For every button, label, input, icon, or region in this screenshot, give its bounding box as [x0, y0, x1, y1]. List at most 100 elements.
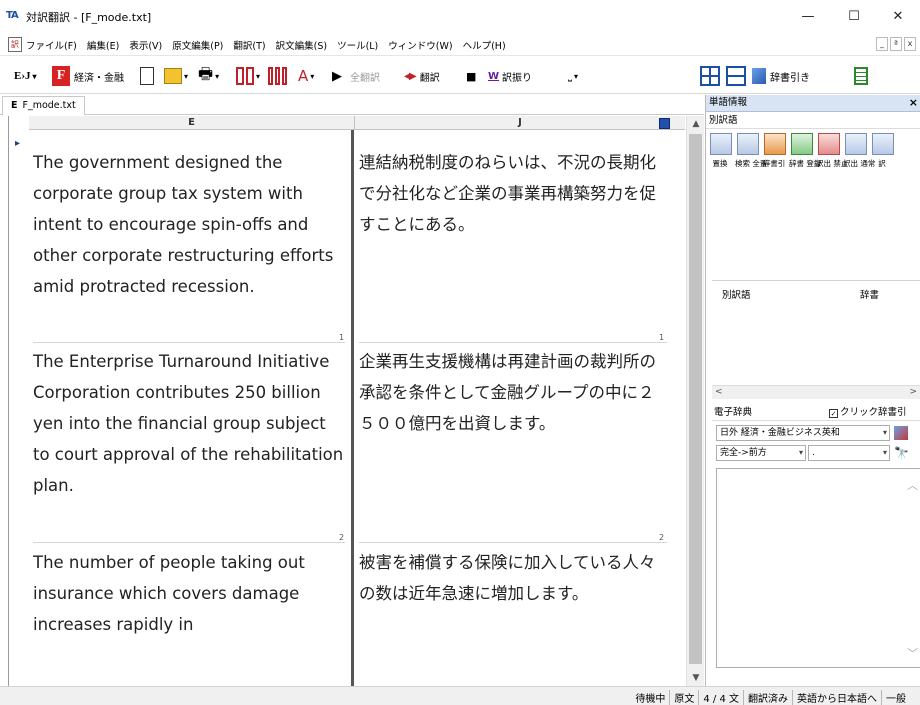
dictionary-results[interactable]: ︿ ﹀ [716, 468, 920, 668]
current-sentence-marker-icon: ▸ [15, 138, 21, 149]
dictionary-icon [752, 68, 766, 84]
tool-label: 訳出 通常 [843, 159, 876, 168]
printer-icon: 🖶 [198, 63, 214, 83]
normal-output-icon[interactable] [845, 133, 867, 155]
alternative-words-list[interactable]: 別訳語 辞書 [712, 280, 920, 388]
target-sentence[interactable]: 被害を補償する保険に加入している人々の数は近年急速に増加します。 [359, 547, 665, 609]
menu-edit[interactable]: 編集(E) [87, 38, 119, 52]
two-column-icon-part [246, 67, 254, 85]
menu-tools[interactable]: ツール(L) [337, 38, 378, 52]
tool-label: 置換 [712, 159, 728, 168]
stop-button[interactable]: ■ [466, 64, 476, 88]
scroll-up-icon[interactable]: ▲ [687, 116, 705, 132]
direction-button[interactable]: E›J ▾ [14, 64, 37, 88]
mdi-close-button[interactable]: x [904, 37, 916, 51]
scroll-up-icon[interactable]: ︿ [907, 477, 918, 493]
source-sentence[interactable]: The Enterprise Turnaround Initiative Cor… [33, 346, 347, 501]
target-sentence[interactable]: 連結納税制度のねらいは、不況の長期化で分社化など企業の事業再構築努力を促すことに… [359, 147, 665, 240]
tab-alternative-words[interactable]: 別訳語 [706, 113, 920, 129]
column-header-japanese[interactable]: J [355, 116, 685, 130]
tab-f-mode[interactable]: E F_mode.txt [2, 96, 85, 115]
column-alternative-word[interactable]: 別訳語 [722, 287, 751, 301]
translate-button[interactable]: ◂▶ 翻訳 [404, 64, 440, 88]
title-bar: TA 対訳翻訳 - [F_mode.txt] — ☐ ✕ [0, 0, 920, 34]
menu-view[interactable]: 表示(V) [129, 38, 162, 52]
target-sentence[interactable]: 企業再生支援機構は再建計画の裁判所の承認を条件として金融グループの中に２５００億… [359, 346, 665, 439]
notes-button[interactable] [854, 64, 868, 88]
menu-window[interactable]: ウィンドウ(W) [388, 38, 452, 52]
menu-translate[interactable]: 翻訳(T) [233, 38, 265, 52]
word-assign-button[interactable]: W 訳振り [488, 64, 532, 88]
column-dictionary[interactable]: 辞書 [860, 287, 879, 301]
translate-all-button[interactable]: ▶ 全翻訳 [332, 64, 380, 88]
column-header-english[interactable]: E [29, 116, 355, 130]
space-button[interactable]: ⎵ ▾ [568, 64, 578, 88]
editor-vertical-scrollbar[interactable]: ▲ ▼ [686, 116, 704, 686]
word-tool-labels: 置換 検索 全置 辞書引 辞書 登録 訳出 禁止 訳出 通常 訳 [708, 159, 894, 168]
segment-separator [359, 342, 667, 343]
maximize-button[interactable]: ☐ [834, 6, 874, 30]
split-view-button[interactable] [726, 64, 746, 88]
click-lookup-checkbox[interactable]: ✓ クリック辞書引 [829, 405, 907, 421]
open-button[interactable]: ▾ [164, 64, 188, 88]
source-sentence[interactable]: The government designed the corporate gr… [33, 147, 347, 302]
two-column-icon [236, 67, 244, 85]
dictionary-search-input[interactable]: . ▾ [808, 445, 890, 461]
scroll-thumb[interactable] [689, 134, 702, 664]
print-button[interactable]: 🖶 ▾ [198, 64, 219, 88]
tab-letter: E [11, 100, 18, 111]
close-button[interactable]: ✕ [878, 6, 918, 30]
mdi-minimize-button[interactable]: _ [876, 37, 888, 51]
status-source: 原文 [669, 690, 698, 705]
bilingual-editor[interactable]: E J ▸ The government designed the corpor… [8, 116, 704, 686]
status-state: 待機中 [635, 694, 666, 705]
document-icon[interactable]: 訳 [8, 37, 22, 52]
sync-scroll-icon[interactable] [659, 118, 670, 129]
two-column-button[interactable]: ▾ [236, 64, 260, 88]
menu-target-edit[interactable]: 訳文編集(S) [276, 38, 327, 52]
menu-help[interactable]: ヘルプ(H) [463, 38, 506, 52]
dictionary-register-icon[interactable] [791, 133, 813, 155]
dictionary-select[interactable]: 日外 経済・金融ビジネス英和 ▾ [716, 425, 890, 441]
match-mode-select[interactable]: 完全->前方 ▾ [716, 445, 806, 461]
translate-all-label: 全翻訳 [350, 72, 380, 84]
replace-icon[interactable] [710, 133, 732, 155]
scroll-left-icon[interactable]: < [715, 386, 917, 399]
scroll-right-icon[interactable]: > [909, 386, 917, 399]
app-icon: TA [6, 10, 19, 21]
three-column-button[interactable] [268, 64, 287, 88]
direction-label: E›J [14, 70, 31, 82]
field-mode-icon: F [52, 66, 70, 86]
menu-source-edit[interactable]: 原文編集(P) [172, 38, 223, 52]
segment-separator [359, 542, 667, 543]
play-icon: ▶ [332, 68, 342, 84]
tool-label: 辞書引 [762, 159, 786, 168]
tab-filename: F_mode.txt [22, 100, 76, 111]
status-bar: 待機中 原文 4 / 4 文 翻訳済み 英語から日本語へ 一般 [0, 686, 920, 705]
panel-close-icon[interactable]: × [909, 95, 918, 111]
search-replace-icon[interactable] [737, 133, 759, 155]
new-button[interactable] [140, 64, 154, 88]
source-sentence[interactable]: The number of people taking out insuranc… [33, 547, 347, 640]
dictionary-lookup-button[interactable]: 辞書引き [752, 64, 810, 88]
prohibit-output-icon[interactable] [818, 133, 840, 155]
font-button[interactable]: A ▾ [298, 64, 314, 88]
scroll-down-icon[interactable]: ﹀ [907, 645, 918, 661]
chevron-down-icon: ▾ [184, 71, 189, 81]
tool-label: 訳 [878, 159, 886, 168]
output-extra-icon[interactable] [872, 133, 894, 155]
column-divider[interactable] [351, 130, 354, 686]
binoculars-search-icon[interactable]: 🔭 [894, 446, 909, 460]
status-field: 一般 [881, 690, 910, 705]
dictionary-book-icon[interactable] [894, 426, 908, 440]
word-list-horizontal-scrollbar[interactable]: < > [712, 385, 920, 399]
dictionary-lookup-icon[interactable] [764, 133, 786, 155]
minimize-button[interactable]: — [788, 6, 828, 30]
scroll-down-icon[interactable]: ▼ [687, 670, 705, 686]
grid-view-button[interactable] [700, 64, 720, 88]
field-button[interactable]: F 経済・金融 [52, 64, 124, 88]
word-info-panel: 単語情報 × 別訳語 置換 検索 全置 辞書引 辞書 登録 訳出 禁止 訳出 通… [705, 95, 920, 686]
menu-file[interactable]: ファイル(F) [26, 38, 77, 52]
mdi-restore-button[interactable]: ª [890, 37, 902, 51]
toolbar: E›J ▾ F 経済・金融 ▾ 🖶 ▾ ▾ A ▾ ▶ 全翻訳 ◂▶ 翻訳 ■ W 訳振り … [0, 57, 920, 94]
